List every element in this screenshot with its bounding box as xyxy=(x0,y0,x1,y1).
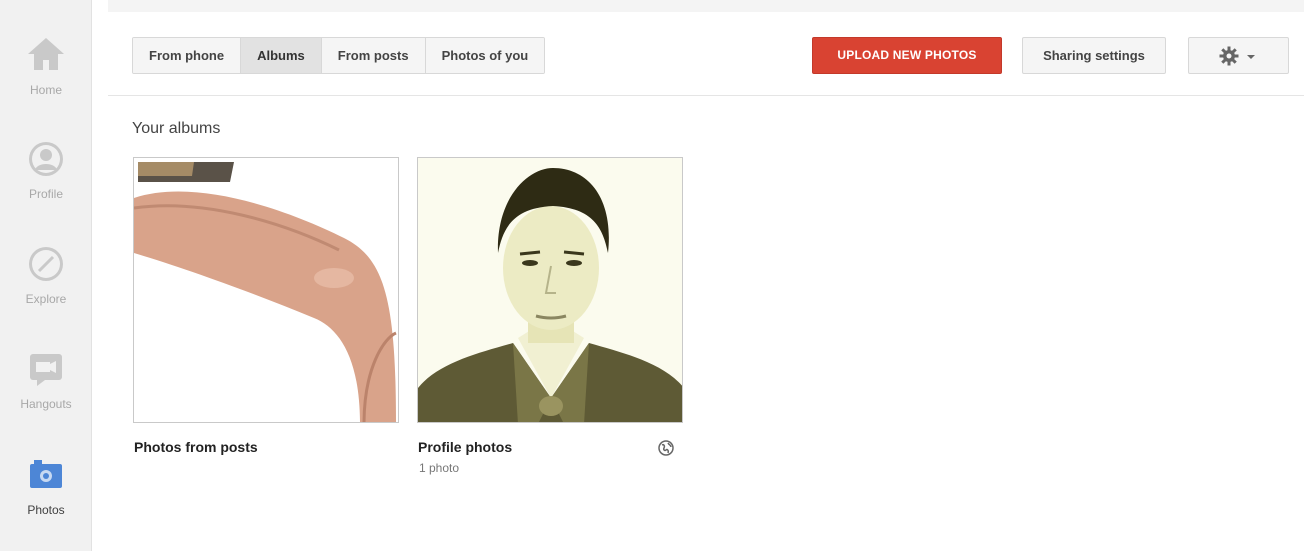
profile-icon xyxy=(29,142,63,176)
settings-menu-button[interactable] xyxy=(1188,37,1289,74)
album-thumbnail[interactable] xyxy=(417,157,683,423)
nav-item-photos[interactable]: Photos xyxy=(0,456,92,536)
photo-source-tabs: From phone Albums From posts Photos of y… xyxy=(132,37,546,74)
nav-label-profile: Profile xyxy=(28,187,63,201)
left-navigation: Home Profile Explore Hangouts Photos xyxy=(0,0,92,551)
tab-from-phone[interactable]: From phone xyxy=(133,38,242,73)
nav-item-hangouts[interactable]: Hangouts xyxy=(0,350,92,430)
chevron-down-icon xyxy=(1247,55,1255,59)
active-nav-indicator xyxy=(92,460,106,492)
tab-from-posts[interactable]: From posts xyxy=(321,38,426,73)
nav-item-profile[interactable]: Profile xyxy=(0,140,92,220)
album-card: Photos from posts xyxy=(133,157,400,455)
nav-item-explore[interactable]: Explore xyxy=(0,245,92,325)
album-title[interactable]: Photos from posts xyxy=(134,439,258,455)
camera-icon xyxy=(30,460,62,488)
section-title: Your albums xyxy=(132,120,221,137)
top-shade xyxy=(108,0,1304,12)
tab-photos-of-you[interactable]: Photos of you xyxy=(425,38,545,73)
nav-label-explore: Explore xyxy=(25,292,67,306)
album-photo-count: 1 photo xyxy=(419,461,460,475)
nav-label-hangouts: Hangouts xyxy=(20,397,72,411)
globe-icon xyxy=(658,440,674,456)
upload-new-photos-button[interactable]: UPLOAD NEW PHOTOS xyxy=(812,37,1002,74)
nav-item-home[interactable]: Home xyxy=(0,36,92,116)
hangouts-icon xyxy=(30,354,62,386)
profile-portrait-photo xyxy=(418,158,682,422)
finger-photo xyxy=(134,158,398,422)
gear-icon xyxy=(1219,46,1239,66)
home-icon xyxy=(28,38,64,70)
album-card: Profile photos 1 photo xyxy=(417,157,684,475)
album-title[interactable]: Profile photos xyxy=(418,439,512,455)
nav-label-photos: Photos xyxy=(27,503,65,517)
photos-app: Home Profile Explore Hangouts Photos Fro… xyxy=(0,0,1304,551)
compass-icon xyxy=(29,247,63,281)
sharing-settings-button[interactable]: Sharing settings xyxy=(1022,37,1166,74)
tab-albums[interactable]: Albums xyxy=(241,38,322,73)
nav-label-home: Home xyxy=(29,83,62,97)
album-thumbnail[interactable] xyxy=(133,157,399,423)
